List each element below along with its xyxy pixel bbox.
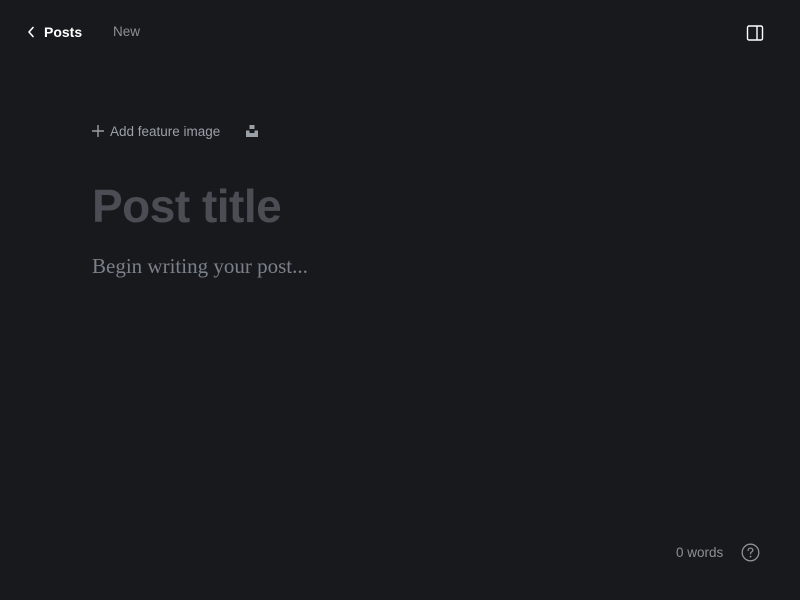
unsplash-icon xyxy=(246,125,259,137)
sidebar-toggle-icon xyxy=(746,25,764,41)
sidebar-toggle-button[interactable] xyxy=(746,24,764,42)
back-link-label: Posts xyxy=(44,24,83,40)
help-icon xyxy=(741,543,760,562)
add-feature-image-label: Add feature image xyxy=(110,123,221,139)
chevron-left-icon xyxy=(26,26,36,38)
feature-image-row: Add feature image xyxy=(92,121,259,141)
add-feature-image-button[interactable]: Add feature image xyxy=(92,124,220,139)
back-to-posts-link[interactable]: Posts xyxy=(26,22,82,42)
post-editor: Posts New Add feature image Post title B… xyxy=(0,0,800,600)
word-count: 0 words xyxy=(676,545,724,560)
post-status: New xyxy=(113,24,141,39)
editor-header: Posts New xyxy=(0,0,800,64)
unsplash-button[interactable] xyxy=(245,124,259,138)
help-button[interactable] xyxy=(741,543,760,562)
plus-icon xyxy=(92,125,104,137)
post-title-input[interactable]: Post title xyxy=(92,178,712,234)
post-body-input[interactable]: Begin writing your post... xyxy=(92,252,712,280)
